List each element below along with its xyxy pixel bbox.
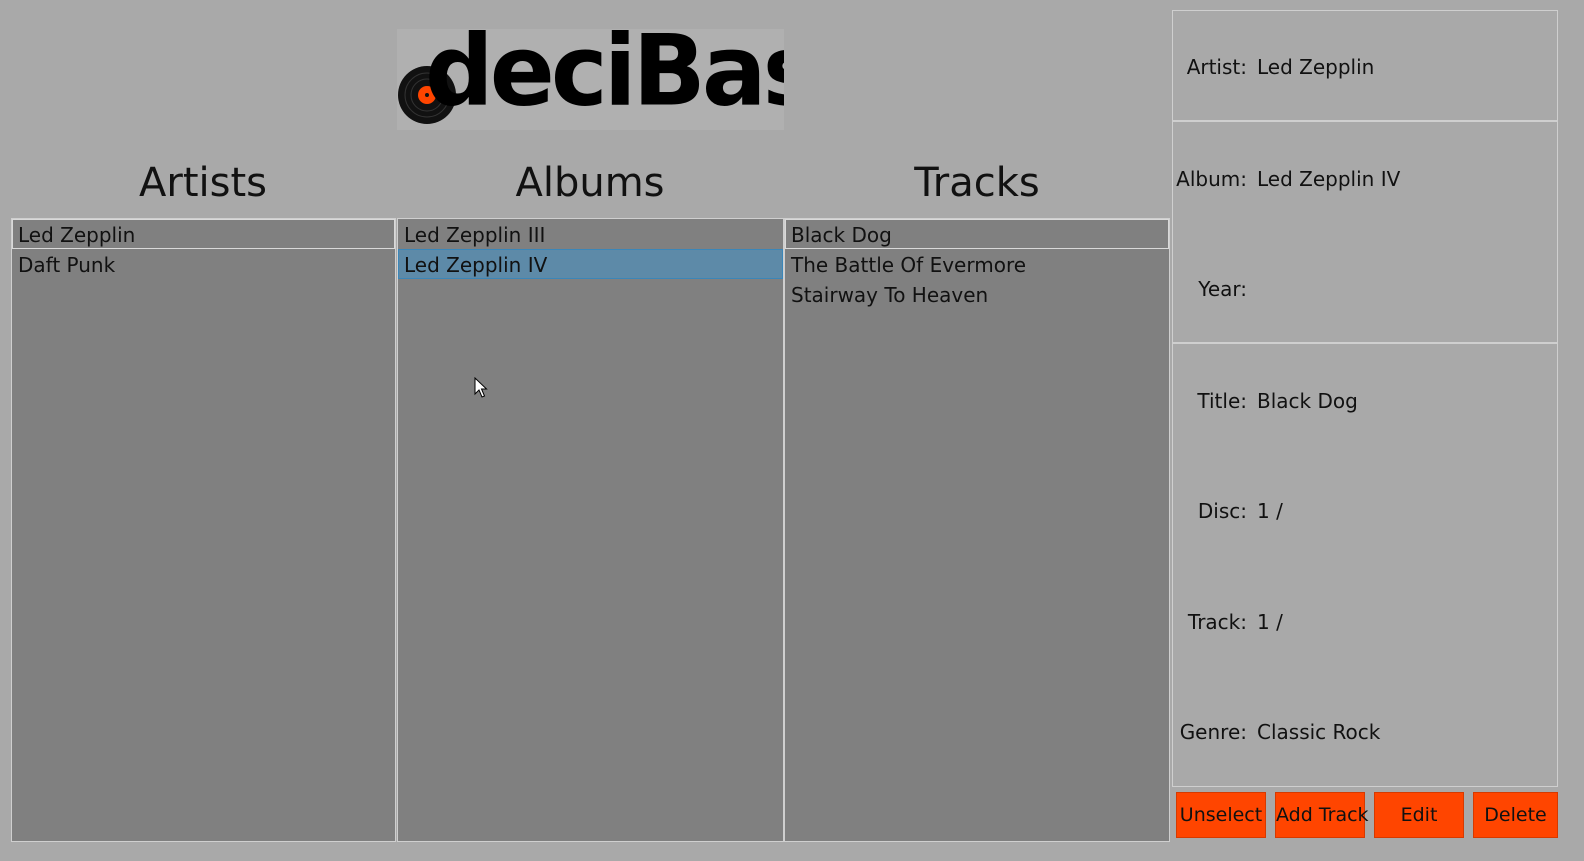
year-label: Year: [1198, 277, 1247, 301]
title-label: Title: [1197, 389, 1247, 413]
track-number-value: 1 / [1257, 610, 1283, 634]
list-item-track[interactable]: The Battle Of Evermore [785, 249, 1169, 279]
title-field: Title: Black Dog [1173, 386, 1557, 416]
list-item-album[interactable]: Led Zepplin III [398, 219, 783, 249]
album-value: Led Zepplin IV [1257, 167, 1401, 191]
tracks-heading: Tracks [914, 160, 1040, 206]
details-panel: Artist: Led Zepplin Album: Led Zepplin I… [1172, 10, 1558, 787]
artist-value: Led Zepplin [1257, 55, 1375, 79]
tracks-list[interactable]: Black Dog The Battle Of Evermore Stairwa… [784, 218, 1170, 842]
artists-heading: Artists [139, 160, 267, 206]
edit-button[interactable]: Edit [1374, 792, 1464, 838]
disc-value: 1 / [1257, 499, 1283, 523]
album-section: Album: Led Zepplin IV Year: [1173, 122, 1557, 344]
list-item-album-selected[interactable]: Led Zepplin IV [398, 249, 783, 279]
mouse-cursor-icon [474, 377, 488, 398]
track-section: Title: Black Dog Disc: 1 / Track: 1 / Ge… [1173, 344, 1557, 786]
genre-label: Genre: [1179, 720, 1247, 744]
disc-field: Disc: 1 / [1173, 496, 1557, 526]
track-number-label: Track: [1187, 610, 1247, 634]
year-field: Year: [1173, 274, 1557, 304]
genre-field: Genre: Classic Rock [1173, 717, 1557, 747]
track-number-field: Track: 1 / [1173, 607, 1557, 637]
list-item-artist[interactable]: Led Zepplin [12, 219, 395, 249]
artist-field: Artist: Led Zepplin [1173, 52, 1557, 82]
logo-wordmark: deciBase [425, 29, 784, 129]
albums-list[interactable]: Led Zepplin III Led Zepplin IV [397, 218, 784, 842]
unselect-button[interactable]: Unselect [1176, 792, 1266, 838]
album-label: Album: [1176, 167, 1247, 191]
list-item-track[interactable]: Black Dog [785, 219, 1169, 249]
artist-label: Artist: [1186, 55, 1247, 79]
list-item-artist[interactable]: Daft Punk [12, 249, 395, 279]
albums-heading: Albums [515, 160, 665, 206]
add-track-button[interactable]: Add Track [1275, 792, 1369, 838]
disc-label: Disc: [1197, 499, 1247, 523]
genre-value: Classic Rock [1257, 720, 1381, 744]
app-logo: deciBase [397, 29, 784, 130]
list-item-track[interactable]: Stairway To Heaven [785, 279, 1169, 309]
album-field: Album: Led Zepplin IV [1173, 164, 1557, 194]
artists-list[interactable]: Led Zepplin Daft Punk [11, 218, 396, 842]
title-value: Black Dog [1257, 389, 1358, 413]
delete-button[interactable]: Delete [1473, 792, 1558, 838]
artist-section: Artist: Led Zepplin [1173, 11, 1557, 122]
